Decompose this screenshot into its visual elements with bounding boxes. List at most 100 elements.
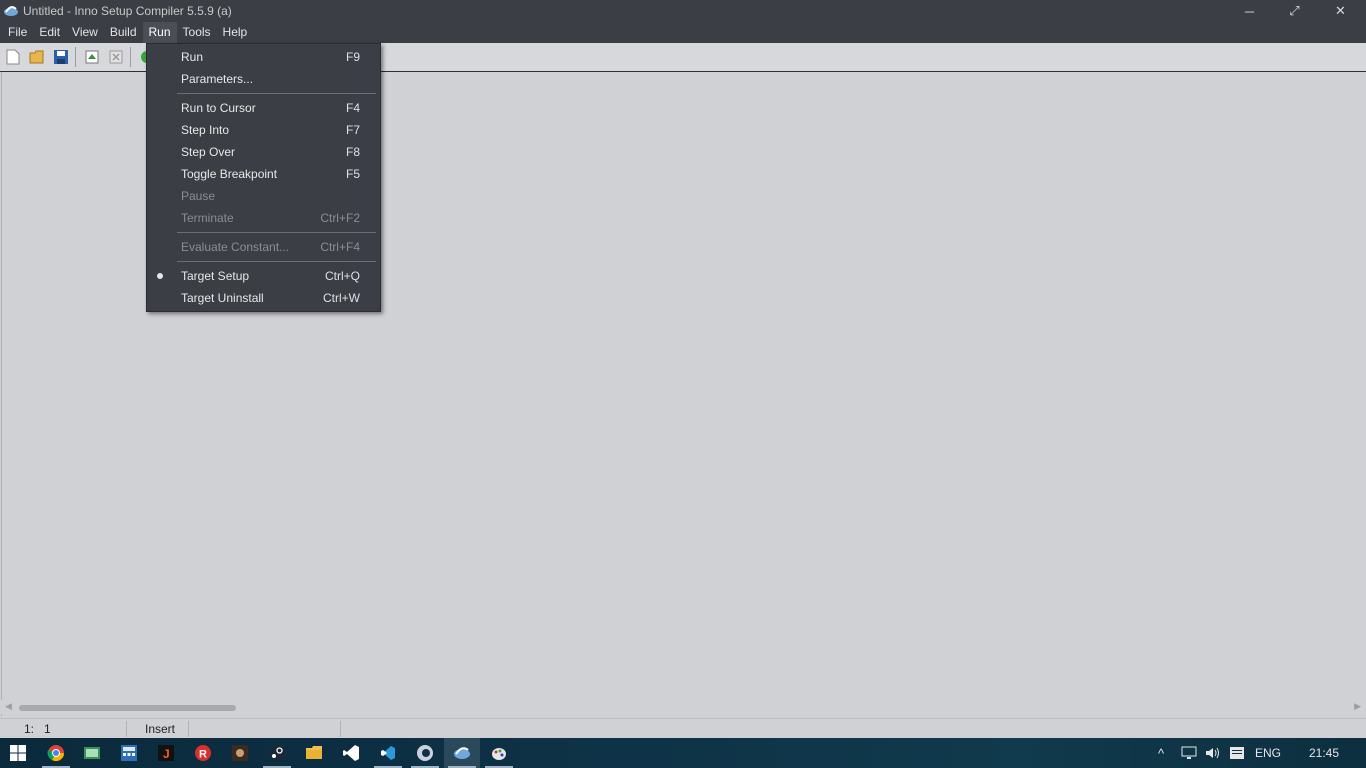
scrollbar-thumb[interactable] xyxy=(19,705,236,711)
steam-icon xyxy=(269,745,285,761)
menu-item-terminate: Terminate Ctrl+F2 xyxy=(147,207,380,229)
menu-item-shortcut: Ctrl+F2 xyxy=(320,211,360,225)
menu-item-run[interactable]: Run F9 xyxy=(147,46,380,68)
compile-icon xyxy=(85,50,99,64)
tray-network-button[interactable] xyxy=(1181,738,1197,768)
insert-mode: Insert xyxy=(145,722,176,736)
status-bar: 1: 1 Insert xyxy=(0,718,1366,739)
restore-icon: ⤢ xyxy=(1289,3,1300,18)
menu-item-shortcut: F7 xyxy=(345,123,360,137)
menu-item-label: Step Into xyxy=(181,123,230,137)
taskbar-chrome[interactable] xyxy=(38,738,74,768)
open-icon xyxy=(29,50,44,64)
menu-help[interactable]: Help xyxy=(217,22,254,43)
menu-item-parameters[interactable]: Parameters... xyxy=(147,68,380,90)
minimize-button[interactable]: ─ xyxy=(1227,0,1272,22)
menu-item-label: Target Setup xyxy=(181,269,250,283)
menu-run[interactable]: Run xyxy=(142,22,177,43)
menu-item-label: Terminate xyxy=(181,211,234,225)
taskbar-jetbrains[interactable]: J xyxy=(148,738,184,768)
stop-compile-icon xyxy=(109,50,123,64)
menu-file[interactable]: File xyxy=(2,22,33,43)
taskbar-visual-studio[interactable] xyxy=(333,738,369,768)
taskbar-app-green[interactable] xyxy=(74,738,110,768)
tray-clock-button[interactable]: 21:45 xyxy=(1309,738,1339,768)
menu-item-label: Run to Cursor xyxy=(181,101,256,115)
compile-button[interactable] xyxy=(81,46,103,68)
menu-separator xyxy=(177,93,376,94)
jetbrains-icon: J xyxy=(158,745,174,761)
chrome-icon xyxy=(47,745,65,762)
taskbar-paint[interactable] xyxy=(481,738,517,768)
cursor-position: 1: 1 xyxy=(24,722,51,736)
status-separator xyxy=(188,721,189,737)
taskbar-file-explorer[interactable] xyxy=(296,738,332,768)
clock-time: 21:45 xyxy=(1309,746,1340,760)
inno-setup-app-icon xyxy=(4,6,18,16)
menu-item-shortcut: F8 xyxy=(345,145,360,159)
calculator-icon xyxy=(121,745,137,761)
taskbar-red-r[interactable]: R xyxy=(185,738,221,768)
menu-item-label: Parameters... xyxy=(181,72,254,86)
window-title: Untitled - Inno Setup Compiler 5.5.9 (a) xyxy=(23,4,232,18)
menu-item-step-into[interactable]: Step Into F7 xyxy=(147,119,380,141)
menu-item-label: Toggle Breakpoint xyxy=(181,167,278,181)
tray-notifications-button[interactable] xyxy=(1229,738,1245,768)
new-icon xyxy=(6,49,20,65)
tray-chevron-button[interactable]: ^ xyxy=(1158,738,1164,768)
inno-setup-icon xyxy=(454,747,470,759)
menu-build[interactable]: Build xyxy=(104,22,143,43)
menu-item-run-to-cursor[interactable]: Run to Cursor F4 xyxy=(147,97,380,119)
app-green-icon xyxy=(84,747,100,759)
paint-icon xyxy=(492,748,506,760)
open-button[interactable] xyxy=(26,46,48,68)
save-icon xyxy=(54,50,68,64)
menu-item-toggle-breakpoint[interactable]: Toggle Breakpoint F5 xyxy=(147,163,380,185)
notification-icon xyxy=(1230,747,1244,759)
file-explorer-icon xyxy=(306,746,322,759)
scroll-right-icon[interactable]: ▶ xyxy=(1354,701,1361,712)
taskbar-inno-setup[interactable] xyxy=(444,738,480,768)
menu-item-shortcut: Ctrl+Q xyxy=(324,269,360,283)
scroll-left-icon[interactable]: ◀ xyxy=(5,701,12,712)
chevron-up-icon: ^ xyxy=(1158,745,1165,761)
menu-item-label: Evaluate Constant... xyxy=(181,240,290,254)
menu-item-label: Target Uninstall xyxy=(181,291,264,305)
menu-item-pause: Pause xyxy=(147,185,380,207)
close-button[interactable]: ✕ xyxy=(1318,0,1363,22)
restore-button[interactable]: ⤢ xyxy=(1272,0,1317,22)
language-indicator: ENG xyxy=(1255,746,1282,760)
menu-item-step-over[interactable]: Step Over F8 xyxy=(147,141,380,163)
menu-item-target-uninstall[interactable]: Target Uninstall Ctrl+W xyxy=(147,287,380,309)
svg-text:J: J xyxy=(163,747,170,761)
taskbar-game[interactable] xyxy=(222,738,258,768)
taskbar-vscode[interactable] xyxy=(370,738,406,768)
tray-volume-button[interactable] xyxy=(1205,738,1221,768)
taskbar-steam[interactable] xyxy=(259,738,295,768)
menu-edit[interactable]: Edit xyxy=(33,22,66,43)
taskbar-browser[interactable] xyxy=(407,738,443,768)
tray-language-button[interactable]: ENG xyxy=(1255,738,1281,768)
toolbar-separator xyxy=(130,47,131,67)
title-bar: Untitled - Inno Setup Compiler 5.5.9 (a)… xyxy=(0,0,1366,22)
new-button[interactable] xyxy=(2,46,24,68)
menu-item-label: Step Over xyxy=(181,145,236,159)
menu-item-shortcut: Ctrl+W xyxy=(323,291,360,305)
start-button[interactable] xyxy=(0,738,36,768)
menu-bar: File Edit View Build Run Tools Help xyxy=(0,22,1366,43)
menu-item-evaluate-constant: Evaluate Constant... Ctrl+F4 xyxy=(147,236,380,258)
save-button[interactable] xyxy=(50,46,72,68)
taskbar-calculator[interactable] xyxy=(111,738,147,768)
menu-item-target-setup[interactable]: Target Setup Ctrl+Q xyxy=(147,265,380,287)
stop-compile-button[interactable] xyxy=(105,46,127,68)
taskbar: J R ^ ENG 21:45 xyxy=(0,738,1366,768)
minimize-icon: ─ xyxy=(1244,3,1255,19)
menu-view[interactable]: View xyxy=(66,22,104,43)
close-icon: ✕ xyxy=(1335,3,1346,18)
menu-item-label: Run xyxy=(181,50,204,64)
horizontal-scrollbar[interactable]: ◀ ▶ xyxy=(0,700,1366,714)
status-separator xyxy=(126,721,127,737)
menu-tools[interactable]: Tools xyxy=(177,22,217,43)
start-icon xyxy=(10,745,26,761)
radio-bullet-icon xyxy=(157,273,163,279)
